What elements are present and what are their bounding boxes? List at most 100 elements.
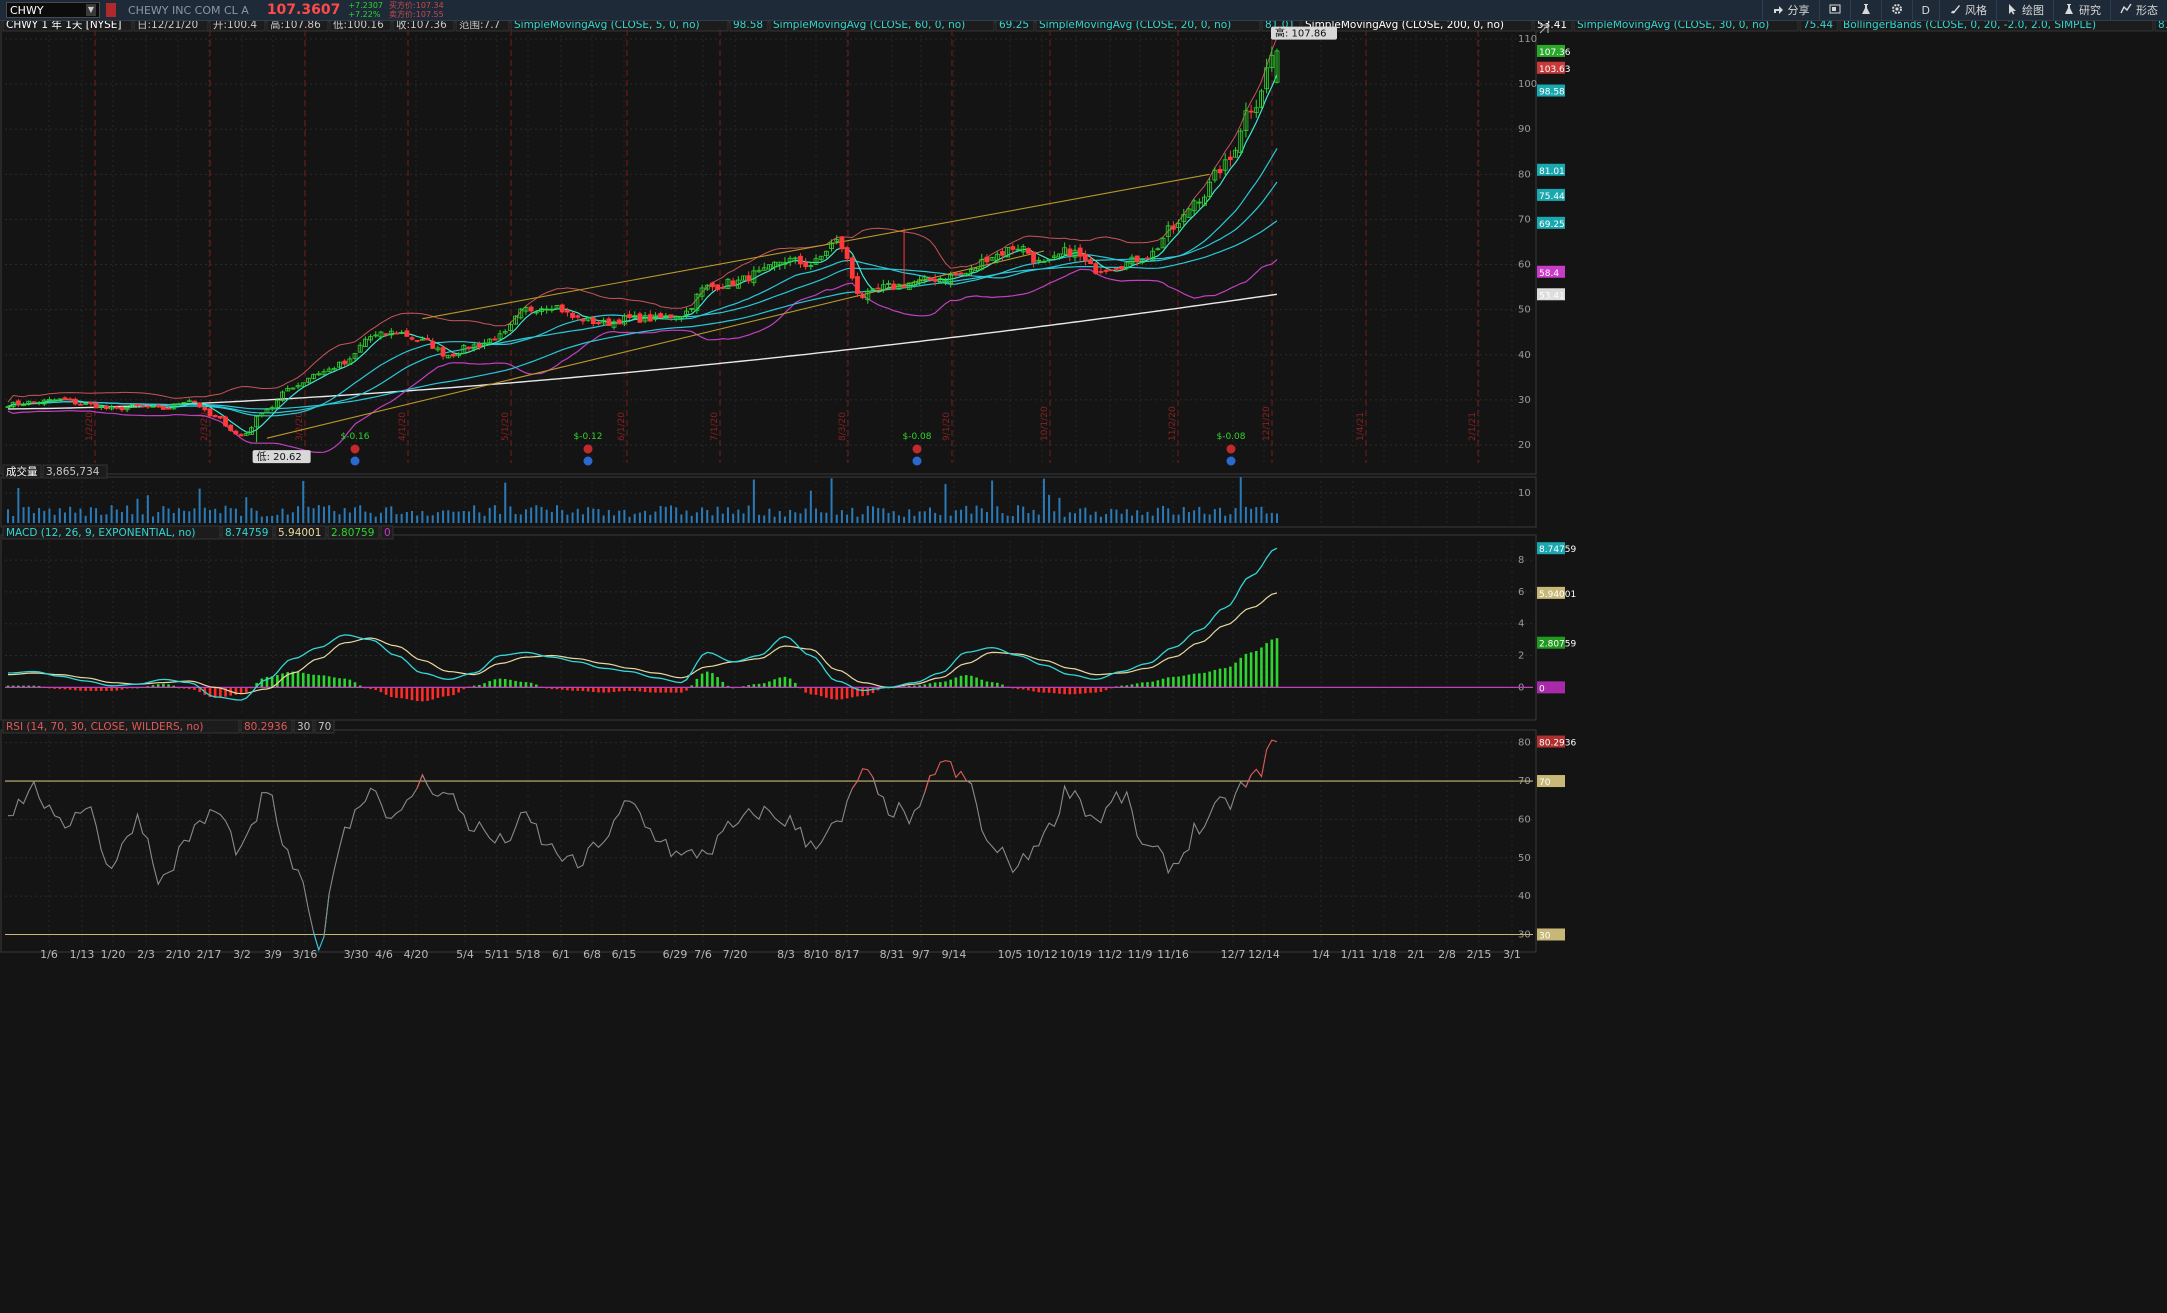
toolbar-settings-button[interactable] [1880,0,1912,21]
candle-body [140,404,146,407]
candle-body [849,257,855,279]
macd-histogram-bar [1089,687,1092,693]
toolbar-flask-button[interactable] [1849,0,1881,21]
x-axis-label: 3/1 [1503,948,1521,961]
volume-bar [644,510,647,523]
volume-bar [203,507,206,523]
earnings-icon[interactable] [350,444,360,454]
volume-bar [53,514,56,523]
volume-bar [576,508,579,523]
volume-bar [716,506,719,523]
volume-bar [32,513,35,523]
volume-bar [1193,510,1196,523]
chart-svg[interactable]: CHWY 1 年 1天 [NYSE] 日:12/21/20 开:100.4 高:107… [0,17,2167,1313]
dividend-icon[interactable] [912,456,922,466]
rsi-line [7,739,1278,952]
volume-bar [871,506,874,523]
toolbar-patterns-button[interactable]: 形态 [2110,0,2167,21]
flag-icon[interactable] [106,3,116,17]
rsi-segment [924,760,972,793]
price-panel-header: CHWY 1 年 1天 [NYSE] 日:12/21/20 开:100.4 高:107… [2,17,2167,32]
candle-body [1082,253,1088,262]
x-axis-label: 6/8 [583,948,601,961]
volume-bar [1037,514,1040,523]
macd-value: 0 [384,527,391,539]
month-label: 6/1/20 [617,412,627,441]
volume-bar [421,511,424,523]
macd-histogram-bar [949,679,952,688]
macd-histogram-bar [597,687,600,693]
earnings-icon[interactable] [1226,444,1236,454]
candle-body [1025,248,1031,254]
volume-bar [519,514,522,523]
earnings-icon[interactable] [912,444,922,454]
volume-bar [1001,513,1004,523]
toolbar-layout-button[interactable] [1818,0,1850,21]
toolbar-drawing-button[interactable]: 绘图 [1996,0,2053,21]
macd-histogram-bar [1260,647,1263,688]
macd-histogram-bar [1156,680,1160,688]
macd-ytick-label: 4 [1518,619,1524,630]
candle-body [414,339,420,342]
symbol-selector[interactable]: CHWY ▼ [6,2,100,18]
x-axis-label: 10/5 [998,948,1023,961]
volume-bar [120,511,123,523]
volume-bar [587,507,590,523]
candle-body [409,337,415,340]
x-axis-label: 12/7 [1221,948,1246,961]
volume-bar [1250,508,1253,523]
chevron-down-icon[interactable]: ▼ [86,4,96,16]
volume-bar [763,515,766,523]
candle-body [228,424,234,431]
earnings-value: $-0.16 [340,432,369,442]
macd-histogram-bar [312,674,315,688]
volume-bar [540,506,543,523]
volume-bar [1198,506,1201,523]
x-axis-label: 2/8 [1438,948,1456,961]
top-bar: CHWY ▼ CHEWY INC COM CL A 107.3607 +7.23… [0,0,2167,21]
toolbar-share-button[interactable]: 分享 [1761,0,1819,21]
macd-histogram-bar [1063,687,1066,695]
macd-histogram-bar [503,678,507,688]
macd-histogram-bar [426,687,429,701]
rsi-ytick-label: 50 [1518,853,1531,864]
macd-histogram-bar [441,687,445,697]
volume-bar [1032,509,1035,523]
volume-bar [74,512,77,523]
bid-ask: 买方价:107.34 卖方价:107.55 [389,1,444,19]
candle-body [466,346,472,349]
candle-body [616,319,622,325]
toolbar-style-button[interactable]: 风格 [1939,0,1996,21]
macd-histogram-bar [664,687,668,693]
study-label: SimpleMovingAvg (CLOSE, 60, 0, no) [773,21,965,31]
dividend-icon[interactable] [583,456,593,466]
candle-body [1227,156,1233,160]
earnings-icon[interactable] [583,444,593,454]
macd-value: 8.74759 [225,527,268,539]
x-axis-label: 4/6 [375,948,393,961]
volume-bar [348,512,351,523]
macd-histogram-bar [1213,669,1217,688]
macd-histogram-bar [1187,674,1191,688]
volume-bar [333,511,336,523]
x-axis-label: 9/14 [942,948,967,961]
candle-body [217,415,223,419]
toolbar-studies-button[interactable]: 研究 [2053,0,2110,21]
toolbar-timeframe-button[interactable]: D [1911,0,1939,21]
macd-histogram-bar [602,687,605,693]
share-icon [1772,3,1784,18]
bollinger-lower-line [7,259,1278,454]
volume-bar [991,480,994,523]
volume-bar [1073,513,1076,523]
candle-body [440,347,446,357]
volume-bar [462,511,465,523]
macd-histogram-bar [452,687,455,696]
macd-histogram-bar [343,678,346,688]
x-axis-label: 11/9 [1128,948,1153,961]
volume-panel-header: 成交量 3,865,734 [2,464,108,479]
dividend-icon[interactable] [350,456,360,466]
dividend-icon[interactable] [1226,456,1236,466]
earnings-value: $-0.08 [902,432,931,442]
volume-bar [747,505,750,523]
candle-body [1000,251,1005,256]
